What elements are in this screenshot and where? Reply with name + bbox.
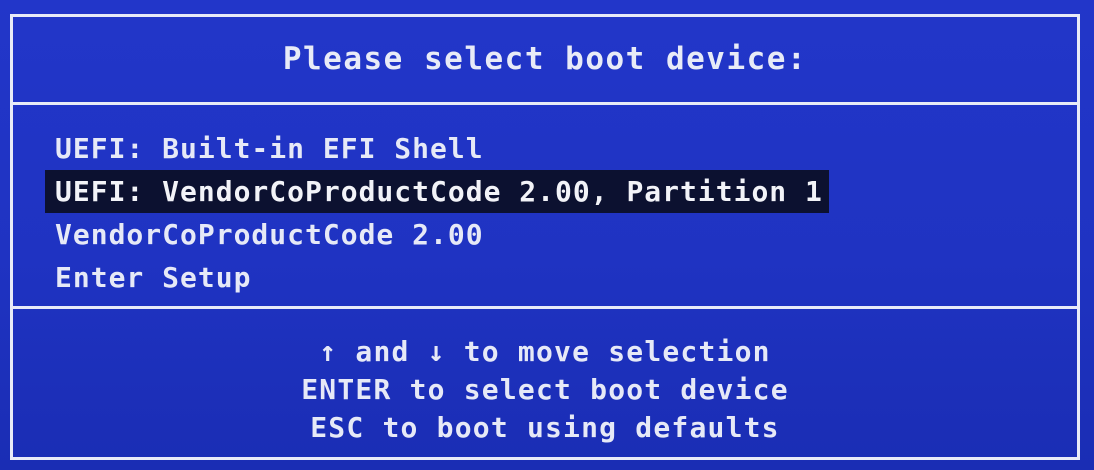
bottom-divider [13, 306, 1077, 309]
boot-menu-screen: Please select boot device: UEFI: Built-i… [0, 0, 1094, 470]
help-esc-line: ESC to boot using defaults [310, 411, 780, 444]
page-title: Please select boot device: [282, 41, 808, 77]
boot-option-uefi-usb-partition-1[interactable]: UEFI: VendorCoProductCode 2.00, Partitio… [45, 170, 829, 213]
boot-device-list: UEFI: Built-in EFI Shell UEFI: VendorCoP… [45, 127, 829, 299]
help-move-line: ↑ and ↓ to move selection [13, 333, 1077, 371]
arrow-down-icon: ↓ [427, 335, 446, 368]
boot-option-usb-legacy[interactable]: VendorCoProductCode 2.00 [49, 213, 829, 256]
title-bar: Please select boot device: [13, 17, 1077, 101]
help-move-and: and [337, 335, 428, 368]
top-divider [13, 102, 1077, 105]
boot-option-enter-setup[interactable]: Enter Setup [49, 256, 829, 299]
boot-menu-frame: Please select boot device: UEFI: Built-i… [10, 14, 1080, 460]
arrow-up-icon: ↑ [319, 335, 338, 368]
help-enter-line: ENTER to select boot device [301, 373, 789, 406]
help-section: ↑ and ↓ to move selection ENTER to selec… [13, 333, 1077, 447]
boot-option-efi-shell[interactable]: UEFI: Built-in EFI Shell [49, 127, 829, 170]
help-move-suffix: to move selection [445, 335, 771, 368]
